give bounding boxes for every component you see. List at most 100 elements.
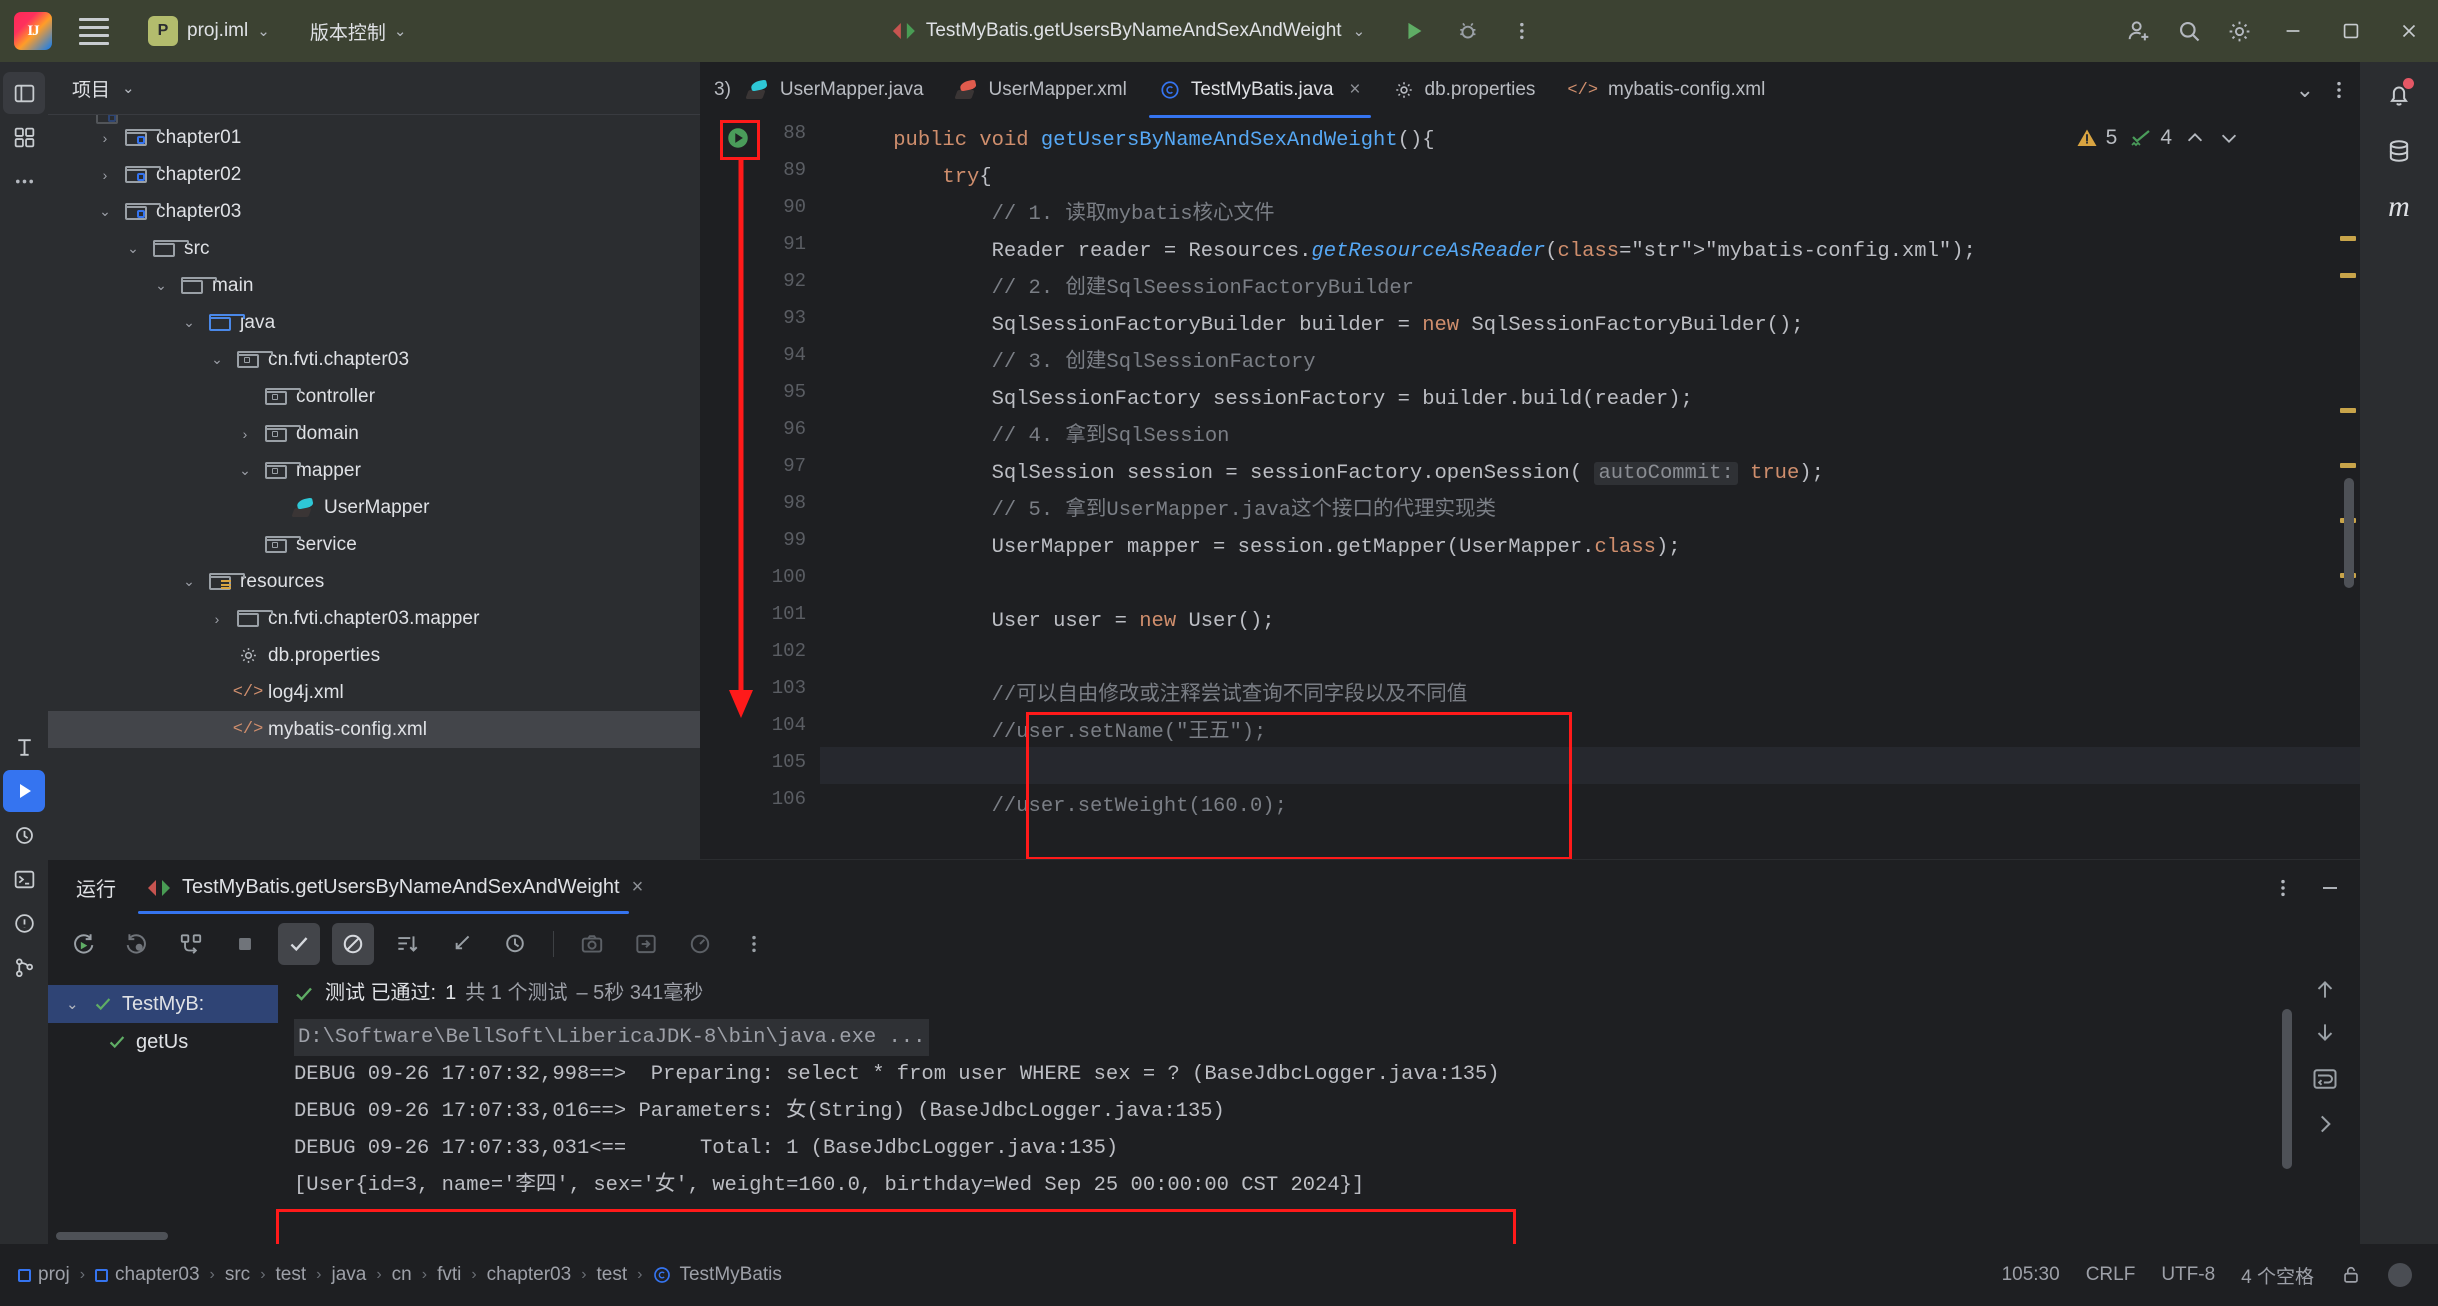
run-panel-tab[interactable]: TestMyBatis.getUsersByNameAndSexAndWeigh… bbox=[138, 860, 653, 916]
sidebar-item-debug[interactable] bbox=[3, 814, 45, 856]
soft-wrap-icon[interactable] bbox=[2311, 1065, 2339, 1093]
chevron-right-icon[interactable]: › bbox=[94, 167, 116, 183]
breadcrumb[interactable]: proj › chapter03 › src › test › java › cn › fvti › cha… bbox=[0, 1264, 782, 1286]
database-icon[interactable] bbox=[2378, 130, 2420, 172]
test-results-tree[interactable]: ⌄ TestMyB: getUs bbox=[48, 973, 278, 1241]
editor-scrollbar-thumb[interactable] bbox=[2344, 478, 2354, 588]
editor-gutter[interactable]: 88 89 90 91 92 93 94 95 96 97 98 99 100 101 102 103 104 1… bbox=[700, 118, 820, 859]
breadcrumb-item-test[interactable]: test bbox=[276, 1264, 307, 1286]
chevron-down-icon[interactable]: ⌄ bbox=[2296, 77, 2314, 103]
tree-item-src[interactable]: ⌄ src bbox=[48, 230, 700, 267]
breadcrumb-item-proj[interactable]: proj bbox=[18, 1264, 70, 1286]
chevron-right-icon[interactable]: › bbox=[206, 611, 228, 627]
run-config-selector[interactable]: TestMyBatis.getUsersByNameAndSexAndWeigh… bbox=[881, 15, 1377, 47]
hide-panel-icon[interactable] bbox=[2318, 876, 2342, 900]
chevron-down-icon[interactable]: ⌄ bbox=[178, 573, 200, 590]
expand-collapse-icon[interactable] bbox=[440, 923, 482, 965]
unlock-icon[interactable] bbox=[2340, 1264, 2362, 1286]
gear-icon[interactable] bbox=[2214, 6, 2264, 56]
editor-tab-testmybatis-java[interactable]: TestMyBatis.java × bbox=[1142, 62, 1377, 118]
code-line[interactable]: SqlSessionFactoryBuilder builder = new S… bbox=[844, 307, 1804, 344]
code-line[interactable]: try{ bbox=[844, 159, 991, 196]
code-line[interactable]: // 2. 创建SqlSeessionFactoryBuilder bbox=[844, 270, 1414, 307]
editor-marker-column[interactable] bbox=[2336, 118, 2360, 859]
console-scrollbar-thumb[interactable] bbox=[2282, 1009, 2292, 1169]
tree-item-controller[interactable]: controller bbox=[48, 378, 700, 415]
performance-icon[interactable] bbox=[679, 923, 721, 965]
editor-tabs[interactable]: 3) UserMapper.java UserMapper.xml TestMyBa… bbox=[700, 62, 2360, 118]
vcs-widget[interactable]: 版本控制 ⌄ bbox=[302, 14, 415, 49]
project-widget[interactable]: P proj.iml ⌄ bbox=[140, 12, 278, 50]
close-icon[interactable]: × bbox=[1349, 79, 1360, 101]
tree-item-cn-fvti-chapter03[interactable]: ⌄ cn.fvti.chapter03 bbox=[48, 341, 700, 378]
tree-item-chapter03[interactable]: ⌄ chapter03 bbox=[48, 193, 700, 230]
code-line[interactable]: UserMapper mapper = session.getMapper(Us… bbox=[844, 529, 1681, 566]
chevron-down-icon[interactable]: ⌄ bbox=[66, 995, 84, 1013]
maximize-icon[interactable] bbox=[2322, 0, 2380, 62]
indent-setting[interactable]: 4 个空格 bbox=[2241, 1262, 2314, 1289]
code-line[interactable]: User user = new User(); bbox=[844, 603, 1275, 640]
rerun-failed-icon[interactable] bbox=[116, 923, 158, 965]
editor-tab-usermapper-java[interactable]: UserMapper.java bbox=[731, 62, 940, 118]
run-icon[interactable] bbox=[1389, 6, 1439, 56]
inspection-widget-status[interactable] bbox=[2388, 1263, 2412, 1287]
tree-item-service[interactable]: service bbox=[48, 526, 700, 563]
more-vertical-icon[interactable] bbox=[1497, 6, 1547, 56]
sidebar-item-run[interactable] bbox=[3, 770, 45, 812]
breadcrumb-item-src[interactable]: src bbox=[225, 1264, 250, 1286]
show-passed-icon[interactable] bbox=[278, 923, 320, 965]
chevron-down-icon[interactable]: ⌄ bbox=[206, 351, 228, 368]
toggle-auto-test-icon[interactable] bbox=[170, 923, 212, 965]
chevron-right-icon[interactable]: › bbox=[234, 426, 256, 442]
chevron-down-icon[interactable]: ⌄ bbox=[94, 203, 116, 220]
more-vertical-icon[interactable] bbox=[733, 923, 775, 965]
maven-icon[interactable]: m bbox=[2378, 186, 2420, 228]
tree-item-log4j-xml[interactable]: </> log4j.xml bbox=[48, 674, 700, 711]
sidebar-item-more[interactable] bbox=[3, 160, 45, 202]
tree-item-mybatis-config-xml[interactable]: </> mybatis-config.xml bbox=[48, 711, 700, 748]
tree-item-chapter01[interactable]: › chapter01 bbox=[48, 119, 700, 156]
breadcrumb-item-chapter03[interactable]: chapter03 bbox=[487, 1264, 572, 1286]
tree-item-cn-fvti-chapter03-mapper[interactable]: › cn.fvti.chapter03.mapper bbox=[48, 600, 700, 637]
breadcrumb-item-java[interactable]: java bbox=[331, 1264, 366, 1286]
code-line[interactable]: //user.setName("王五"); bbox=[844, 714, 1267, 751]
line-separator[interactable]: CRLF bbox=[2086, 1264, 2136, 1286]
debug-icon[interactable] bbox=[1443, 6, 1493, 56]
more-vertical-icon[interactable] bbox=[2272, 877, 2294, 899]
sort-by-duration-icon[interactable] bbox=[386, 923, 428, 965]
file-encoding[interactable]: UTF-8 bbox=[2161, 1264, 2215, 1286]
notifications-icon[interactable] bbox=[2378, 74, 2420, 116]
tree-item-chapter02[interactable]: › chapter02 bbox=[48, 156, 700, 193]
chevron-down-icon[interactable]: ⌄ bbox=[122, 240, 144, 257]
code-line[interactable]: // 3. 创建SqlSessionFactory bbox=[844, 344, 1316, 381]
rerun-icon[interactable] bbox=[62, 923, 104, 965]
sidebar-item-commit[interactable] bbox=[3, 726, 45, 768]
code-line[interactable]: //user.setWeight(160.0); bbox=[844, 788, 1287, 825]
breadcrumb-item-fvti[interactable]: fvti bbox=[437, 1264, 461, 1286]
sidebar-item-git[interactable] bbox=[3, 946, 45, 988]
search-icon[interactable] bbox=[2164, 6, 2214, 56]
main-menu-icon[interactable] bbox=[68, 11, 120, 51]
sidebar-item-terminal[interactable] bbox=[3, 858, 45, 900]
code-line[interactable]: Reader reader = Resources.getResourceAsR… bbox=[844, 233, 1976, 270]
editor-tab-usermapper-xml[interactable]: UserMapper.xml bbox=[940, 62, 1143, 118]
breadcrumb-item-test[interactable]: test bbox=[597, 1264, 628, 1286]
tree-item-mapper[interactable]: ⌄ mapper bbox=[48, 452, 700, 489]
minimize-icon[interactable] bbox=[2264, 0, 2322, 62]
stop-icon[interactable] bbox=[224, 923, 266, 965]
close-icon[interactable] bbox=[2380, 0, 2438, 62]
code-line[interactable]: // 4. 拿到SqlSession bbox=[844, 418, 1230, 455]
test-tree-item[interactable]: ⌄ TestMyB: bbox=[48, 985, 278, 1023]
code-line[interactable]: // 5. 拿到UserMapper.java这个接口的代理实现类 bbox=[844, 492, 1496, 529]
add-user-icon[interactable] bbox=[2114, 6, 2164, 56]
screenshot-icon[interactable] bbox=[571, 923, 613, 965]
export-icon[interactable] bbox=[625, 923, 667, 965]
scroll-up-icon[interactable] bbox=[2312, 977, 2338, 1003]
run-test-gutter-icon[interactable] bbox=[724, 124, 752, 152]
breadcrumb-item-testmybatis[interactable]: TestMyBatis bbox=[652, 1264, 782, 1286]
editor-tab-db-properties[interactable]: db.properties bbox=[1377, 62, 1552, 118]
code-line[interactable]: // 1. 读取mybatis核心文件 bbox=[844, 196, 1275, 233]
more-vertical-icon[interactable] bbox=[2328, 79, 2350, 101]
history-icon[interactable] bbox=[494, 923, 536, 965]
caret-position[interactable]: 105:30 bbox=[2002, 1264, 2060, 1286]
